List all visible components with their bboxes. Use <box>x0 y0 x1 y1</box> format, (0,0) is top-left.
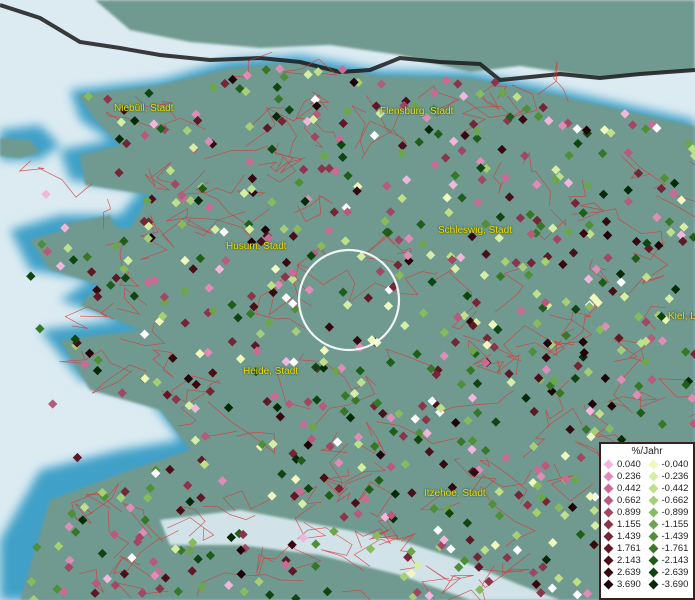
city-label-husum: Husum, Stadt <box>226 241 287 252</box>
legend-swatch <box>648 495 658 505</box>
legend-item: -2.639 <box>648 566 694 578</box>
legend-label: 1.155 <box>617 518 641 530</box>
legend-item: -1.761 <box>648 542 694 554</box>
legend-label: -3.690 <box>661 578 689 590</box>
legend-item: 1.439 <box>603 530 649 542</box>
legend-label: -0.236 <box>661 470 689 482</box>
legend-title: %/Jahr <box>631 446 663 457</box>
legend-swatch <box>603 507 614 517</box>
legend-label: 1.761 <box>617 542 641 554</box>
legend-swatch <box>603 543 614 553</box>
legend-swatch <box>603 483 614 493</box>
legend-item: 1.761 <box>603 542 649 554</box>
legend-swatch <box>603 471 614 481</box>
city-label-schleswig: Schleswig, Stadt <box>438 225 512 236</box>
legend-swatch <box>648 471 658 481</box>
legend-swatch <box>648 543 658 553</box>
legend-label: -0.899 <box>661 506 689 518</box>
legend-item: -1.155 <box>648 518 694 530</box>
city-label-heide: Heide, Stadt <box>243 366 299 377</box>
legend-negative-column: -0.040 -0.236 -0.442 -0.662 -0.899 -1.155 -1.4… <box>648 458 694 590</box>
legend-label: -2.143 <box>661 554 689 566</box>
legend-swatch <box>603 495 614 505</box>
legend-swatch <box>648 555 658 565</box>
legend-swatch <box>603 519 614 529</box>
legend-item: 0.662 <box>603 494 649 506</box>
northern-land <box>95 0 695 78</box>
legend-swatch <box>648 519 658 529</box>
city-label-niebuell: Niebüll, Stadt <box>114 103 174 114</box>
legend-item: -0.040 <box>648 458 694 470</box>
legend-item: 2.639 <box>603 566 649 578</box>
legend-swatch <box>648 483 658 493</box>
legend-swatch <box>603 555 614 565</box>
legend-label: 0.236 <box>617 470 641 482</box>
legend-label: -1.761 <box>661 542 689 554</box>
legend-item: 2.143 <box>603 554 649 566</box>
legend-item: -0.236 <box>648 470 694 482</box>
legend-item: -2.143 <box>648 554 694 566</box>
legend-item: -0.662 <box>648 494 694 506</box>
legend-label: -2.639 <box>661 566 689 578</box>
legend-swatch <box>603 459 614 469</box>
legend-swatch <box>648 567 658 577</box>
legend-item: 0.040 <box>603 458 649 470</box>
legend-item: -0.899 <box>648 506 694 518</box>
legend-label: 3.690 <box>617 578 641 590</box>
measurement-point[interactable] <box>26 271 36 281</box>
city-label-itzehoe: Itzehoe, Stadt <box>424 488 486 499</box>
legend-label: 0.040 <box>617 458 641 470</box>
legend-item: -3.690 <box>648 578 694 590</box>
legend-item: 3.690 <box>603 578 649 590</box>
legend-label: 0.442 <box>617 482 641 494</box>
legend-label: 0.662 <box>617 494 641 506</box>
legend-label: 2.639 <box>617 566 641 578</box>
map-layers <box>0 0 695 600</box>
legend: %/Jahr 0.040 0.236 0.442 0.662 0.899 1.155 1.4… <box>599 442 695 600</box>
legend-label: 2.143 <box>617 554 641 566</box>
city-label-kiel: Kiel, L <box>668 311 695 322</box>
legend-label: -0.662 <box>661 494 689 506</box>
legend-positive-column: 0.040 0.236 0.442 0.662 0.899 1.155 1.439 1.761… <box>603 458 649 590</box>
measurement-point[interactable] <box>41 189 51 199</box>
legend-swatch <box>603 567 614 577</box>
city-label-flensburg: Flensburg, Stadt <box>380 106 454 117</box>
legend-item: 1.155 <box>603 518 649 530</box>
legend-item: -0.442 <box>648 482 694 494</box>
legend-swatch <box>603 531 614 541</box>
legend-swatch <box>648 459 658 469</box>
legend-label: -0.040 <box>661 458 689 470</box>
measurement-point[interactable] <box>48 399 58 409</box>
legend-label: -1.155 <box>661 518 689 530</box>
legend-label: -0.442 <box>661 482 689 494</box>
legend-item: -1.439 <box>648 530 694 542</box>
legend-label: 0.899 <box>617 506 641 518</box>
legend-item: 0.236 <box>603 470 649 482</box>
legend-swatch <box>648 579 658 589</box>
legend-swatch <box>648 507 658 517</box>
legend-label: -1.439 <box>661 530 689 542</box>
legend-label: 1.439 <box>617 530 641 542</box>
legend-swatch <box>648 531 658 541</box>
legend-item: 0.442 <box>603 482 649 494</box>
legend-swatch <box>603 579 614 589</box>
legend-item: 0.899 <box>603 506 649 518</box>
map-canvas[interactable]: Niebüll, Stadt Flensburg, Stadt Husum, S… <box>0 0 695 600</box>
